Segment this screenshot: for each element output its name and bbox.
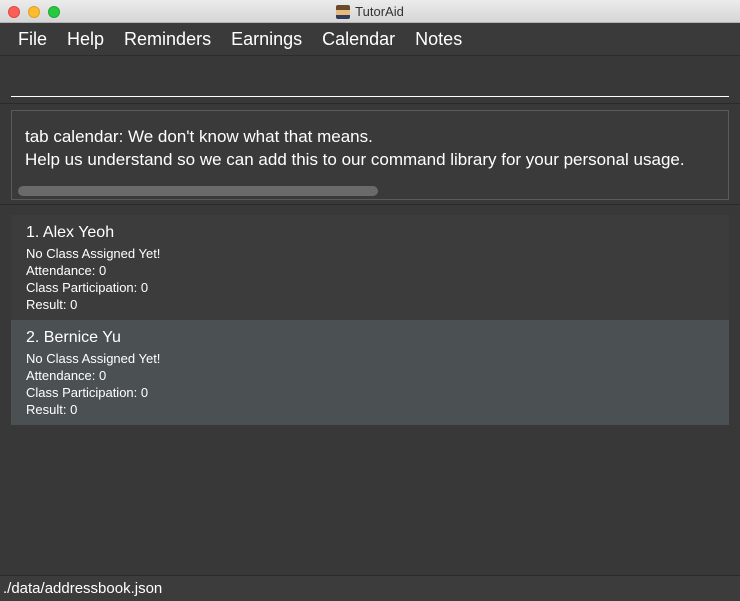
result-display-area: tab calendar: We don't know what that me… [0,104,740,205]
person-attendance: Attendance: 0 [26,368,107,383]
person-card[interactable]: 2. Bernice Yu No Class Assigned Yet! Att… [11,320,729,425]
menu-earnings[interactable]: Earnings [221,29,312,50]
window-title-wrap: TutorAid [0,0,740,23]
title-bar: TutorAid [0,0,740,23]
result-text: tab calendar: We don't know what that me… [25,125,685,171]
person-result: Result: 0 [26,297,78,312]
person-class: No Class Assigned Yet! [26,246,161,261]
result-line-2: Help us understand so we can add this to… [25,150,685,169]
command-input[interactable] [11,63,729,97]
command-box-area [0,57,740,104]
tutoraid-app-icon [336,4,351,19]
person-name: 1. Alex Yeoh [26,224,115,241]
person-name: 2. Bernice Yu [26,329,121,346]
status-file-path: ./data/addressbook.json [3,580,163,597]
result-display: tab calendar: We don't know what that me… [11,110,729,200]
menu-calendar[interactable]: Calendar [312,29,405,50]
result-line-1: tab calendar: We don't know what that me… [25,127,373,146]
window-title: TutorAid [355,4,404,19]
person-participation: Class Participation: 0 [26,385,149,400]
status-bar: ./data/addressbook.json [0,575,740,601]
person-participation: Class Participation: 0 [26,280,149,295]
menu-help[interactable]: Help [57,29,114,50]
person-class: No Class Assigned Yet! [26,351,161,366]
menu-bar: File Help Reminders Earnings Calendar No… [0,23,740,56]
person-result: Result: 0 [26,402,78,417]
menu-notes[interactable]: Notes [405,29,472,50]
person-attendance: Attendance: 0 [26,263,107,278]
horizontal-scrollbar[interactable] [18,186,378,196]
person-list: 1. Alex Yeoh No Class Assigned Yet! Atte… [0,205,740,575]
app-window: TutorAid File Help Reminders Earnings Ca… [0,0,740,601]
menu-file[interactable]: File [8,29,57,50]
person-card[interactable]: 1. Alex Yeoh No Class Assigned Yet! Atte… [11,215,729,320]
menu-reminders[interactable]: Reminders [114,29,221,50]
